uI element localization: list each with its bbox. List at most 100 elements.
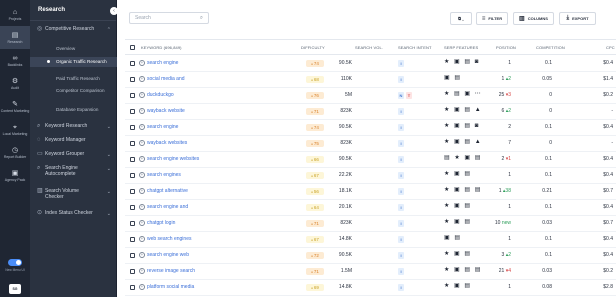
avatar[interactable]: SG [9,284,21,294]
subnav-organic-traffic-research[interactable]: Organic Traffic Research [30,57,117,67]
columns-button[interactable]: ▥ COLUMNS [513,12,554,25]
rail-item-content-marketing[interactable]: ✎ Content Marketing [0,95,30,118]
keyword-link[interactable]: search engine websites [147,156,199,163]
search-input[interactable] [135,15,197,21]
table-row[interactable]: + search engine ● 74 90.5K I ★ ▣ ▤ ◙ 1 0.1 $0.4 [125,56,616,72]
nav-index-status-checker[interactable]: ⊙ Index Status Checker ⌄ [30,210,117,217]
add-keyword-icon[interactable]: + [139,220,145,226]
subnav-competitor-comparison[interactable]: Competitor Comparison [30,88,117,94]
keyword-link[interactable]: reverse image search [147,268,195,275]
filter-button[interactable]: ≡ FILTER [476,12,508,25]
search-icon: ⌕ [199,15,203,21]
row-checkbox[interactable] [130,125,135,130]
add-keyword-icon[interactable]: + [139,124,145,130]
header-competition[interactable]: COMPETITION [536,45,565,50]
table-row[interactable]: + social media and ● 68 110K I ▣ ▤ 1 ▴2 0.05 $1.… [125,72,616,88]
subnav-overview[interactable]: Overview [30,46,117,52]
row-checkbox[interactable] [130,77,135,82]
row-checkbox[interactable] [130,141,135,146]
row-checkbox[interactable] [130,61,135,66]
rail-item-research[interactable]: ▤ Research [0,26,30,49]
header-search-intent[interactable]: SEARCH INTENT [398,45,432,50]
table-row[interactable]: + platform social media ● 69 14.8K I ★ ▣ ▤ 1 0.… [125,280,616,296]
rail-item-local-marketing[interactable]: ⌖ Local Marketing [0,118,30,141]
rail-item-report-builder[interactable]: ◷ Report Builder [0,141,30,164]
rail-item-agency-pack[interactable]: ▣ Agency Pack [0,164,30,187]
header-keyword[interactable]: KEYWORD (696,849) [141,45,182,50]
subnav-database-expansion[interactable]: Database Expansion [30,107,117,113]
keyword-link[interactable]: duckduckgo [147,92,174,99]
keyword-link[interactable]: chatgpt login [147,220,175,227]
row-checkbox[interactable] [130,285,135,290]
add-keyword-icon[interactable]: + [139,268,145,274]
header-search-vol[interactable]: SEARCH VOL. [355,45,383,50]
add-keyword-icon[interactable]: + [139,76,145,82]
header-difficulty[interactable]: DIFFICULTY [301,45,325,50]
add-keyword-icon[interactable]: + [139,108,145,114]
table-row[interactable]: + search engine web ● 72 90.5K I ★ ▣ ▤ 3 ▴2 0.1… [125,248,616,264]
table-row[interactable]: + web search engines ● 67 14.8K I ▣ ▤ 1 0.1 $0.4 [125,232,616,248]
header-cpc[interactable]: CPC [606,45,615,50]
row-checkbox[interactable] [130,269,135,274]
table-row[interactable]: + wayback websites ● 75 823K I ★ ▣ ▤ ▲ 7 0 - [125,136,616,152]
keyword-link[interactable]: search engine [147,60,178,67]
nav-keyword-manager[interactable]: ◌ Keyword Manager [30,137,117,143]
row-checkbox[interactable] [130,93,135,98]
nav-search-engine-autocomplete[interactable]: ⌕ Search Engine Autocomplete ⌄ [30,165,117,177]
add-keyword-icon[interactable]: + [139,188,145,194]
rail-item-backlinks[interactable]: ∞ Backlinks [0,49,30,72]
subnav-paid-traffic-research[interactable]: Paid Traffic Research [30,76,117,82]
keyword-link[interactable]: social media and [147,76,185,83]
table-row[interactable]: + wayback website ● 71 823K I ★ ▣ ▤ ▲ 6 ▴2 0 - [125,104,616,120]
add-keyword-icon[interactable]: + [139,140,145,146]
keyword-link[interactable]: search engine and [147,204,188,211]
keyword-link[interactable]: search engine web [147,252,189,259]
row-checkbox[interactable] [130,221,135,226]
nav-search-volume-checker[interactable]: ▥ Search Volume Checker ⌄ [30,188,117,200]
table-row[interactable]: + search engine websites ● 66 90.5K I ▤ ★ ▣ ▤… [125,152,616,168]
table-row[interactable]: + search engines ● 67 22.2K I ★ ▣ ▤ 1 0.1 $0.4 [125,168,616,184]
search-volume: 110K [340,76,352,82]
table-row[interactable]: + search engine and ● 64 20.1K I ★ ▣ ▤ 1 0.1 $0.… [125,200,616,216]
row-checkbox[interactable] [130,237,135,242]
table-row[interactable]: + search engine ● 74 90.5K I ★ ▣ ▤ ◙ 2 0.1 $0.4 [125,120,616,136]
nav-keyword-research[interactable]: ⌕ Keyword Research ⌄ [30,123,117,130]
header-position[interactable]: POSITION [496,45,516,50]
add-keyword-icon[interactable]: + [139,60,145,66]
select-all-checkbox[interactable] [130,45,135,50]
row-checkbox[interactable] [130,205,135,210]
keyword-link[interactable]: platform social media [147,284,194,291]
row-checkbox[interactable] [130,109,135,114]
row-checkbox[interactable] [130,189,135,194]
add-keyword-icon[interactable]: + [139,204,145,210]
add-keyword-icon[interactable]: + [139,284,145,290]
rail-item-audit[interactable]: ⚙ Audit [0,72,30,95]
add-keyword-icon[interactable]: + [139,92,145,98]
row-checkbox[interactable] [130,173,135,178]
collapse-panel-icon[interactable]: ‹ [110,7,118,15]
table-row[interactable]: + reverse image search ● 71 1.5M I ★ ▣ ▤ ▤ 21 … [125,264,616,280]
rail-item-projects[interactable]: ⌂ Projects [0,3,30,26]
copy-button[interactable]: ⧉ ⌄ [450,12,472,25]
add-keyword-icon[interactable]: + [139,172,145,178]
table-row[interactable]: + chatgpt login ● 71 823K I ★ ▣ ▤ 10 new 0.03 $0… [125,216,616,232]
row-checkbox[interactable] [130,253,135,258]
keyword-link[interactable]: search engines [147,172,181,179]
add-keyword-icon[interactable]: + [139,156,145,162]
table-row[interactable]: + chatgpt alternative ● 56 18.1K I ★ ▣ ▤ ▤ 1 ▴… [125,184,616,200]
keyword-link[interactable]: web search engines [147,236,191,243]
row-checkbox[interactable] [130,157,135,162]
nav-keyword-grouper[interactable]: ▭ Keyword Grouper ⌄ [30,151,117,158]
search-box[interactable]: ⌕ [129,12,209,24]
table-row[interactable]: + duckduckgo ● 76 5M N T ★ ▤ ▣ ⋯ 25 ▾3 0 $0.2 [125,88,616,104]
new-menu-toggle[interactable] [8,259,22,266]
add-keyword-icon[interactable]: + [139,252,145,258]
header-serp-features[interactable]: SERP FEATURES [444,45,478,50]
nav-competitive-research[interactable]: ◎ Competitive Research ⌃ [30,26,117,33]
keyword-link[interactable]: chatgpt alternative [147,188,188,195]
keyword-link[interactable]: wayback website [147,108,185,115]
keyword-link[interactable]: wayback websites [147,140,187,147]
add-keyword-icon[interactable]: + [139,236,145,242]
keyword-link[interactable]: search engine [147,124,178,131]
export-button[interactable]: ⤓ EXPORT [559,12,596,25]
